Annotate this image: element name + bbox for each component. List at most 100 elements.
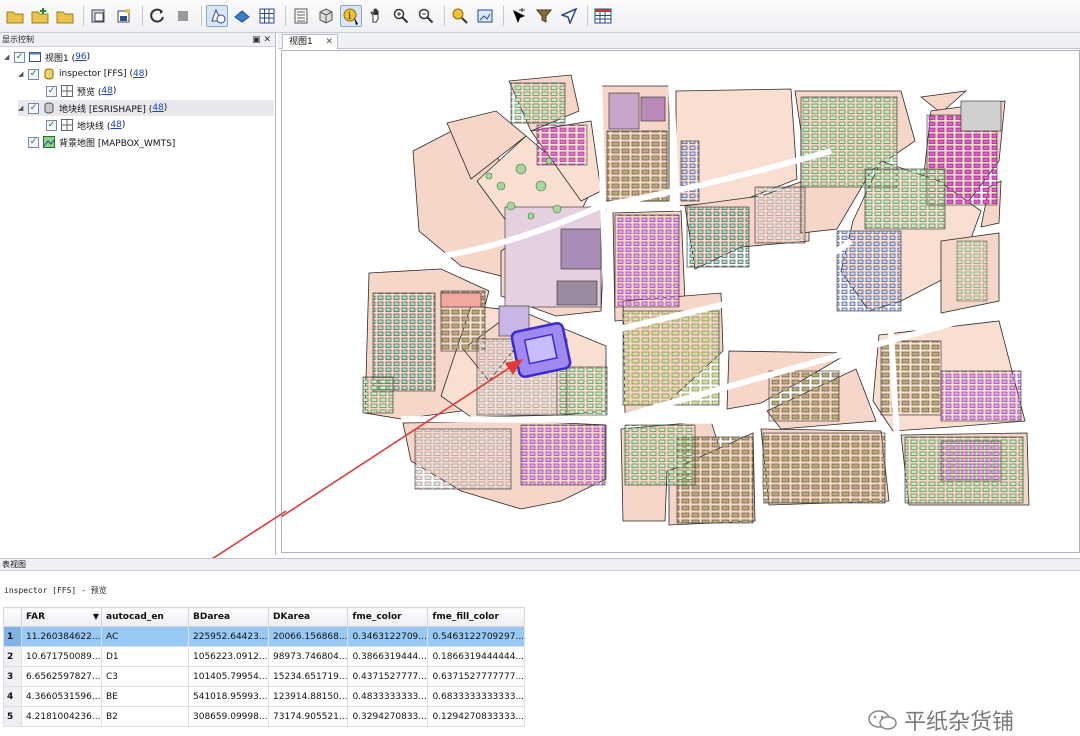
save-icon[interactable] — [113, 5, 135, 27]
sort-desc-icon[interactable]: ▼ — [93, 612, 99, 621]
feature-count-link[interactable]: 96 — [75, 52, 86, 62]
table-row[interactable]: 5 4.2181004236... B2 308659.09998... 731… — [3, 706, 526, 727]
table-cell[interactable]: 0.3294270833... — [347, 706, 429, 727]
table-cell[interactable]: 0.1866319444444... — [427, 646, 526, 667]
map-canvas[interactable] — [281, 50, 1080, 553]
tree-item-preview[interactable]: ✓ 预览 ( 48 ) — [36, 83, 116, 99]
table-cell[interactable]: 15234.651719... — [267, 666, 349, 687]
table-cell[interactable]: 308659.09998... — [188, 706, 269, 727]
tree-item-label: 视图1 ( — [45, 53, 76, 64]
row-number[interactable]: 4 — [3, 686, 22, 707]
column-header-fme-color[interactable]: fme_color — [347, 607, 429, 627]
table-row[interactable]: 3 6.6562597827... C3 101405.79954... 152… — [3, 666, 526, 687]
table-row[interactable]: 4 4.3660531596... BE 541018.95993... 123… — [3, 686, 526, 707]
attribute-table[interactable]: FAR ▼ autocad_en BDarea DKarea fme_color… — [3, 607, 526, 727]
tree-item-parcel-sublayer[interactable]: ✓ 地块线 ( 48 ) — [36, 117, 125, 133]
expand-arrow-icon[interactable]: ◢ — [18, 70, 28, 78]
checkbox[interactable]: ✓ — [28, 136, 39, 148]
table-cell[interactable]: C3 — [101, 666, 189, 687]
shapes-icon[interactable] — [206, 5, 228, 27]
table-cell[interactable]: 541018.95993... — [188, 686, 269, 707]
tree-item-suffix: ) — [112, 86, 117, 96]
info-zoom-icon[interactable] — [449, 5, 471, 27]
column-header-fme-fill-color[interactable]: fme_fill_color — [427, 607, 526, 627]
tree-item-inspector[interactable]: ◢ ✓ inspector [FFS] ( 48 ) — [18, 66, 148, 82]
table-cell[interactable]: BE — [101, 686, 189, 707]
table-cell[interactable]: 0.4833333333... — [347, 686, 429, 707]
list-icon[interactable] — [290, 5, 312, 27]
table-cell[interactable]: 225952.64423... — [188, 626, 269, 647]
checkbox[interactable]: ✓ — [46, 119, 57, 131]
navigate-icon[interactable] — [558, 5, 580, 27]
feature-count-link[interactable]: 48 — [152, 103, 163, 113]
table-cell[interactable]: 0.5463122709297... — [427, 626, 526, 647]
row-number[interactable]: 2 — [3, 646, 22, 667]
panel-window-controls[interactable]: ▣ ✕ — [252, 33, 271, 47]
map-drawing — [282, 74, 1032, 526]
table-cell[interactable]: 0.6371527777777... — [427, 666, 526, 687]
column-header-far[interactable]: FAR ▼ — [21, 607, 102, 627]
table-cell[interactable]: D1 — [101, 646, 189, 667]
grid-icon[interactable] — [256, 5, 278, 27]
view-icon — [29, 52, 41, 62]
table-cell[interactable]: 0.6833333333333... — [427, 686, 526, 707]
table-cell[interactable]: 1056223.0912... — [188, 646, 269, 667]
close-icon[interactable]: ✕ — [325, 35, 333, 49]
filter-icon[interactable] — [533, 5, 555, 27]
table-cell[interactable]: 0.3866319444... — [347, 646, 429, 667]
pan-hand-icon[interactable] — [365, 5, 387, 27]
column-header-autocad-en[interactable]: autocad_en — [101, 607, 189, 627]
table-cell[interactable]: 123914.88150... — [267, 686, 349, 707]
table-row[interactable]: 1 11.260384622... AC 225952.64423... 200… — [3, 626, 526, 647]
feature-count-link[interactable]: 48 — [101, 86, 112, 96]
table-cell[interactable]: 11.260384622... — [21, 626, 102, 647]
expand-arrow-icon[interactable]: ◢ — [4, 53, 14, 61]
checkbox[interactable]: ✓ — [46, 85, 57, 97]
toolbar-separator — [201, 6, 202, 26]
table-cell[interactable]: 6.6562597827... — [21, 666, 102, 687]
table-cell[interactable]: 73174.905521... — [267, 706, 349, 727]
tab-view1[interactable]: 视图1 ✕ — [282, 34, 338, 49]
checkbox[interactable]: ✓ — [14, 51, 25, 63]
table-cell[interactable]: AC — [101, 626, 189, 647]
select-icon[interactable] — [508, 5, 530, 27]
feature-count-link[interactable]: 48 — [133, 69, 144, 79]
table-cell[interactable]: 0.3463122709... — [347, 626, 429, 647]
table-cell[interactable]: 4.2181004236... — [21, 706, 102, 727]
export-icon[interactable] — [88, 5, 110, 27]
table-cell[interactable]: 4.3660531596... — [21, 686, 102, 707]
cube-icon[interactable] — [315, 5, 337, 27]
row-number[interactable]: 3 — [3, 666, 22, 687]
folder-icon[interactable] — [54, 5, 76, 27]
table-cell[interactable]: B2 — [101, 706, 189, 727]
tree-item-view1[interactable]: ◢ ✓ 视图1 ( 96 ) — [4, 49, 90, 65]
zoom-out-icon[interactable] — [415, 5, 437, 27]
checkbox[interactable]: ✓ — [28, 102, 39, 114]
zoom-extent-icon[interactable] — [474, 5, 496, 27]
refresh-icon[interactable] — [147, 5, 169, 27]
tree-item-suffix: ) — [144, 69, 148, 79]
checkbox[interactable]: ✓ — [28, 68, 39, 80]
column-header-bdarea[interactable]: BDarea — [188, 607, 269, 627]
table-cell[interactable]: 0.4371527777... — [347, 666, 429, 687]
table-cell[interactable]: 0.1294270833333... — [427, 706, 526, 727]
zoom-in-icon[interactable] — [390, 5, 412, 27]
add-layer-icon[interactable] — [29, 5, 51, 27]
column-header-dkarea[interactable]: DKarea — [267, 607, 349, 627]
table-cell[interactable]: 10.671750089... — [21, 646, 102, 667]
table-row[interactable]: 2 10.671750089... D1 1056223.0912... 989… — [3, 646, 526, 667]
row-number[interactable]: 1 — [3, 626, 22, 647]
table-icon[interactable] — [592, 5, 614, 27]
row-number[interactable]: 5 — [3, 706, 22, 727]
table-cell[interactable]: 101405.79954... — [188, 666, 269, 687]
expand-arrow-icon[interactable]: ◢ — [18, 104, 28, 112]
table-cell[interactable]: 20066.156868... — [267, 626, 349, 647]
3d-icon[interactable] — [231, 5, 253, 27]
stop-icon[interactable] — [172, 5, 194, 27]
open-folder-icon[interactable] — [4, 5, 26, 27]
tree-item-basemap[interactable]: ✓ 背景地图 [MAPBOX_WMTS] — [18, 134, 175, 150]
feature-count-link[interactable]: 48 — [110, 120, 121, 130]
identify-icon[interactable]: i — [340, 5, 362, 27]
tree-item-parcel-lines[interactable]: ◢ ✓ 地块线 [ESRISHAPE] ( 48 ) — [18, 100, 274, 116]
table-cell[interactable]: 98973.746804... — [267, 646, 349, 667]
